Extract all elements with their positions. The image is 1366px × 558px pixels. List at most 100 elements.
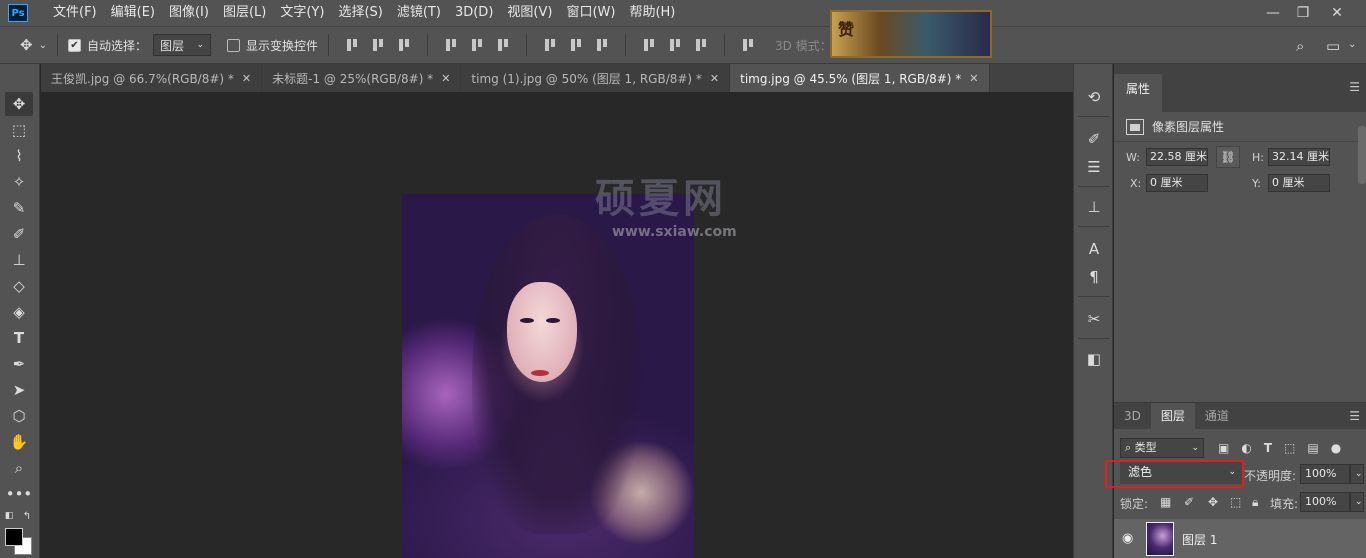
- tab-3d[interactable]: 3D: [1114, 403, 1151, 429]
- distribute-vcenter-icon[interactable]: [568, 37, 584, 53]
- menu-window[interactable]: 窗口(W): [559, 0, 622, 26]
- align-top-icon[interactable]: [344, 37, 360, 53]
- magic-wand-tool-icon[interactable]: ✧: [5, 170, 33, 194]
- tab-layers[interactable]: 图层: [1150, 403, 1195, 429]
- chevron-down-icon[interactable]: ⌄: [1350, 464, 1364, 484]
- move-tool-icon[interactable]: ✥: [20, 36, 33, 54]
- menu-image[interactable]: 图像(I): [162, 0, 216, 26]
- distribute-hcenter-icon[interactable]: [667, 37, 683, 53]
- canvas-area[interactable]: [41, 92, 1056, 558]
- shape-tool-icon[interactable]: ⬡: [5, 404, 33, 428]
- close-icon[interactable]: ✕: [441, 72, 450, 85]
- close-icon[interactable]: ✕: [969, 72, 978, 85]
- align-right-icon[interactable]: [495, 37, 511, 53]
- tab-document[interactable]: 王俊凯.jpg @ 66.7%(RGB/8#) * ✕: [41, 64, 263, 92]
- menu-help[interactable]: 帮助(H): [622, 0, 682, 26]
- height-field[interactable]: 32.14 厘米: [1268, 148, 1330, 166]
- align-horizontal-center-icon[interactable]: [469, 37, 485, 53]
- brush-tool-icon[interactable]: ✐: [5, 222, 33, 246]
- align-left-icon[interactable]: [443, 37, 459, 53]
- eraser-tool-icon[interactable]: ◇: [5, 274, 33, 298]
- lock-transparent-icon[interactable]: ▦: [1160, 495, 1171, 509]
- tab-properties[interactable]: 属性: [1114, 74, 1163, 112]
- close-icon[interactable]: ✕: [242, 72, 251, 85]
- search-icon[interactable]: ⌕: [1296, 37, 1304, 55]
- tab-document-active[interactable]: timg.jpg @ 45.5% (图层 1, RGB/8#) * ✕: [730, 64, 990, 92]
- close-icon[interactable]: ✕: [710, 72, 719, 85]
- restore-button[interactable]: ❐: [1288, 0, 1318, 26]
- y-field[interactable]: 0 厘米: [1268, 174, 1330, 192]
- menu-select[interactable]: 选择(S): [331, 0, 389, 26]
- eye-icon[interactable]: ◉: [1122, 531, 1133, 546]
- lock-position-icon[interactable]: ✥: [1208, 495, 1218, 509]
- panel-menu-icon[interactable]: ☰: [1349, 409, 1360, 423]
- layer-kind-filter[interactable]: ⌕ 类型 ⌄: [1120, 438, 1204, 458]
- document-image[interactable]: [402, 194, 694, 558]
- distribute-right-icon[interactable]: [693, 37, 709, 53]
- navigator-icon[interactable]: ◧: [1083, 348, 1105, 370]
- pixel-filter-icon[interactable]: ▣: [1218, 441, 1229, 455]
- paragraph-icon[interactable]: ¶: [1083, 266, 1105, 288]
- adjustments-icon[interactable]: ☰: [1083, 156, 1105, 178]
- lasso-tool-icon[interactable]: ⌇: [5, 144, 33, 168]
- menu-type[interactable]: 文字(Y): [273, 0, 331, 26]
- link-icon[interactable]: ⛓: [1216, 146, 1240, 168]
- opacity-field[interactable]: 100%: [1300, 464, 1350, 484]
- distribute-left-icon[interactable]: [641, 37, 657, 53]
- menu-3d[interactable]: 3D(D): [448, 0, 500, 26]
- auto-select-checkbox[interactable]: ✔: [67, 38, 81, 52]
- character-icon[interactable]: A: [1083, 238, 1105, 260]
- type-filter-icon[interactable]: T: [1264, 441, 1272, 455]
- auto-select-dropdown[interactable]: 图层 ⌄: [152, 34, 211, 56]
- width-field[interactable]: 22.58 厘米: [1146, 148, 1208, 166]
- pen-tool-icon[interactable]: ✒: [5, 352, 33, 376]
- auto-align-icon[interactable]: [740, 37, 756, 53]
- adjustment-filter-icon[interactable]: ◐: [1241, 441, 1251, 455]
- layer-row[interactable]: ◉ 图层 1: [1114, 519, 1366, 558]
- smart-object-filter-icon[interactable]: ▤: [1307, 441, 1318, 455]
- swap-colors-icon[interactable]: ↰: [20, 504, 34, 528]
- x-field[interactable]: 0 厘米: [1146, 174, 1208, 192]
- hand-tool-icon[interactable]: ✋: [5, 430, 33, 454]
- history-icon[interactable]: ⟲: [1083, 86, 1105, 108]
- align-vertical-center-icon[interactable]: [370, 37, 386, 53]
- ad-banner[interactable]: 赞: [830, 10, 992, 58]
- lock-pixels-icon[interactable]: ✐: [1184, 495, 1194, 509]
- workspace-icon[interactable]: ▭: [1326, 37, 1340, 55]
- filter-toggle-icon[interactable]: ●: [1331, 441, 1341, 455]
- tab-channels[interactable]: 通道: [1195, 403, 1239, 429]
- layer-name[interactable]: 图层 1: [1182, 531, 1217, 548]
- align-bottom-icon[interactable]: [396, 37, 412, 53]
- panel-menu-icon[interactable]: ☰: [1349, 80, 1360, 94]
- minimize-button[interactable]: —: [1258, 0, 1288, 26]
- tools-preset-icon[interactable]: ✂: [1083, 308, 1105, 330]
- move-tool-icon[interactable]: ✥: [5, 92, 33, 116]
- lock-artboard-icon[interactable]: ⬚: [1230, 495, 1241, 509]
- zoom-tool-icon[interactable]: ⌕: [5, 456, 33, 480]
- path-select-tool-icon[interactable]: ➤: [5, 378, 33, 402]
- eyedropper-tool-icon[interactable]: ✎: [5, 196, 33, 220]
- brush-settings-icon[interactable]: ✐: [1083, 128, 1105, 150]
- tab-document[interactable]: 未标题-1 @ 25%(RGB/8#) * ✕: [262, 64, 462, 92]
- menu-file[interactable]: 文件(F): [46, 0, 104, 26]
- type-tool-icon[interactable]: T: [5, 326, 33, 350]
- chevron-down-icon[interactable]: ⌄: [1348, 39, 1356, 50]
- menu-view[interactable]: 视图(V): [500, 0, 559, 26]
- foreground-color-swatch[interactable]: [5, 528, 23, 546]
- stamp-tool-icon[interactable]: ⊥: [5, 248, 33, 272]
- chevron-down-icon[interactable]: ⌄: [39, 40, 47, 51]
- menu-layer[interactable]: 图层(L): [216, 0, 273, 26]
- lock-all-icon[interactable]: 🔒︎: [1252, 495, 1258, 510]
- chevron-down-icon[interactable]: ⌄: [1350, 492, 1364, 512]
- menu-filter[interactable]: 滤镜(T): [390, 0, 448, 26]
- marquee-tool-icon[interactable]: ⬚: [5, 118, 33, 142]
- menu-edit[interactable]: 编辑(E): [104, 0, 162, 26]
- distribute-bottom-icon[interactable]: [594, 37, 610, 53]
- fill-field[interactable]: 100%: [1300, 492, 1350, 512]
- tab-document[interactable]: timg (1).jpg @ 50% (图层 1, RGB/8#) * ✕: [461, 64, 731, 92]
- more-tools-icon[interactable]: •••: [5, 482, 33, 506]
- close-button[interactable]: ✕: [1322, 0, 1352, 26]
- paint-bucket-tool-icon[interactable]: ◈: [5, 300, 33, 324]
- show-transform-checkbox[interactable]: [226, 38, 240, 52]
- distribute-top-icon[interactable]: [542, 37, 558, 53]
